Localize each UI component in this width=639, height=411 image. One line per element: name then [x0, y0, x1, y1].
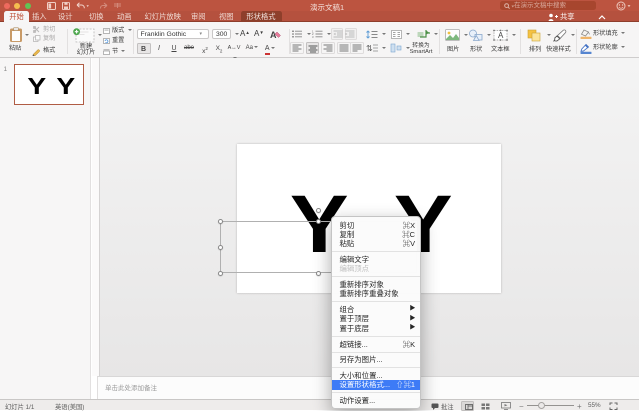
svg-text:3: 3 — [312, 35, 314, 38]
svg-text:⇅: ⇅ — [366, 44, 373, 53]
svg-text:A: A — [498, 31, 504, 40]
